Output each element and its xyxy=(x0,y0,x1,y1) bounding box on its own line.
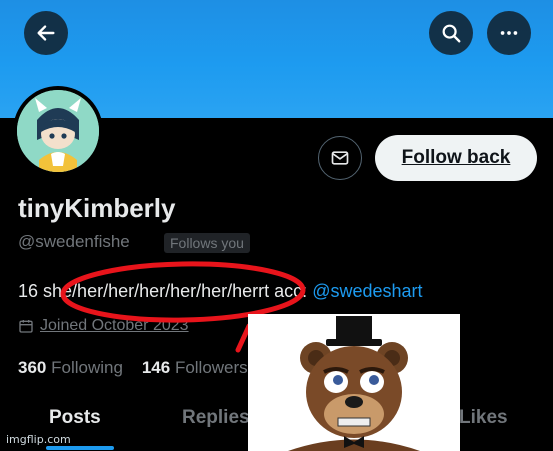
active-tab-indicator xyxy=(46,446,114,450)
back-button[interactable] xyxy=(24,11,68,55)
search-button[interactable] xyxy=(429,11,473,55)
display-name: tinyKimberly xyxy=(18,193,176,223)
watermark-text: imgflip.com xyxy=(6,433,71,446)
profile-handle: @swedenfishe xyxy=(18,232,130,251)
followers-label[interactable]: Followers xyxy=(175,358,248,377)
avatar-image xyxy=(17,90,99,172)
follow-back-button[interactable]: Follow back xyxy=(375,135,537,181)
follows-you-badge: Follows you xyxy=(164,233,250,253)
profile-bio: 16 she/her/her/her/her/her/herrt acc: @s… xyxy=(18,281,423,302)
search-icon xyxy=(442,24,461,43)
avatar[interactable] xyxy=(13,86,103,176)
more-button[interactable] xyxy=(487,11,531,55)
bio-suffix: rt acc: xyxy=(258,281,313,301)
more-horizontal-icon xyxy=(500,31,518,35)
follow-stats: 360 Following 146 Followers xyxy=(18,358,248,378)
joined-date: Joined October 2023 xyxy=(40,317,189,334)
arrow-left-icon xyxy=(37,25,55,41)
tab-replies[interactable]: Replies xyxy=(182,407,250,429)
bio-pronouns: e/her/her/her/her/her/her xyxy=(62,281,259,301)
freddy-fazbear-image xyxy=(248,314,460,451)
message-button[interactable] xyxy=(318,136,362,180)
calendar-icon xyxy=(19,320,33,333)
tab-posts[interactable]: Posts xyxy=(49,407,101,429)
following-label[interactable]: Following xyxy=(51,358,123,377)
envelope-icon xyxy=(331,151,349,165)
following-count[interactable]: 360 xyxy=(18,358,46,377)
followers-count[interactable]: 146 xyxy=(142,358,170,377)
tab-likes[interactable]: Likes xyxy=(459,407,508,429)
joined-date-row: Joined October 2023 xyxy=(18,317,189,335)
bio-mention-link[interactable]: @swedeshart xyxy=(312,281,422,301)
bio-prefix: 16 sh xyxy=(18,281,63,301)
